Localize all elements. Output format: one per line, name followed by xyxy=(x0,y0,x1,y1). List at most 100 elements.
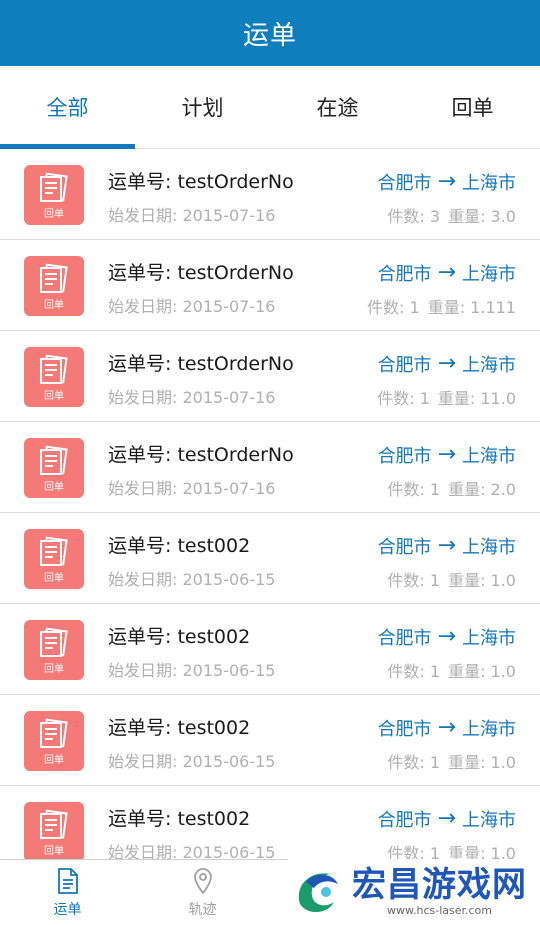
receipt-doc-icon: 回单 xyxy=(24,802,84,859)
arrow-right-icon: → xyxy=(437,169,456,194)
shipment-meta: 件数: 1 重量: 1.111 xyxy=(367,294,516,318)
tab-all[interactable]: 全部 xyxy=(0,66,135,149)
stacked-document-icon xyxy=(40,718,68,748)
route-destination: 上海市 xyxy=(462,446,516,467)
location-pin-icon xyxy=(193,867,212,894)
route-destination: 上海市 xyxy=(462,264,516,285)
shipment-meta: 件数: 1 重量: 1.0 xyxy=(387,567,516,591)
shipment-meta: 件数: 1 重量: 1.0 xyxy=(387,840,516,859)
order-row[interactable]: 回单 运单号: testOrderNo 始发日期: 2015-07-16 合肥市… xyxy=(0,422,540,513)
route-origin: 合肥市 xyxy=(377,355,432,376)
weight: 重量: 1.0 xyxy=(448,571,516,590)
receipt-doc-icon: 回单 xyxy=(24,347,84,407)
stacked-document-icon xyxy=(40,809,68,839)
order-number: 运单号: testOrderNo xyxy=(108,353,294,375)
route-destination: 上海市 xyxy=(462,628,516,649)
order-row[interactable]: 回单 运单号: testOrderNo 始发日期: 2015-07-16 合肥市… xyxy=(0,331,540,422)
stacked-document-icon xyxy=(40,172,68,202)
order-number: 运单号: testOrderNo xyxy=(108,262,294,284)
order-row[interactable]: 回单 运单号: test002 始发日期: 2015-06-15 合肥市 → 上… xyxy=(0,513,540,604)
ship-date: 始发日期: 2015-07-16 xyxy=(108,479,276,498)
icon-caption: 回单 xyxy=(44,755,64,766)
weight: 重量: 1.0 xyxy=(448,753,516,772)
nav-item-orders[interactable]: 运单 xyxy=(0,860,135,925)
document-icon xyxy=(57,867,78,894)
stacked-document-icon xyxy=(40,536,68,566)
receipt-doc-icon: 回单 xyxy=(24,529,84,589)
weight: 重量: 1.111 xyxy=(427,298,516,317)
ship-date: 始发日期: 2015-06-15 xyxy=(108,752,276,771)
ship-date: 始发日期: 2015-06-15 xyxy=(108,570,276,589)
route-origin: 合肥市 xyxy=(377,264,432,285)
tab-in-transit[interactable]: 在途 xyxy=(270,66,405,148)
shipment-meta: 件数: 1 重量: 1.0 xyxy=(387,658,516,682)
page-title: 运单 xyxy=(242,20,297,51)
receipt-doc-icon: 回单 xyxy=(24,620,84,680)
order-number: 运单号: testOrderNo xyxy=(108,171,294,193)
receipt-doc-icon: 回单 xyxy=(24,165,84,225)
icon-caption: 回单 xyxy=(44,300,64,311)
weight: 重量: 3.0 xyxy=(448,207,516,226)
nav-label-track: 轨迹 xyxy=(188,901,217,918)
order-list[interactable]: 回单 运单号: testOrderNo 始发日期: 2015-07-16 合肥市… xyxy=(0,149,540,859)
route-destination: 上海市 xyxy=(462,355,516,376)
order-row[interactable]: 回单 运单号: test002 始发日期: 2015-06-15 合肥市 → 上… xyxy=(0,786,540,859)
piece-count: 件数: 1 xyxy=(387,480,441,499)
route-destination: 上海市 xyxy=(462,537,516,558)
route: 合肥市 → 上海市 xyxy=(378,351,516,377)
tab-receipt[interactable]: 回单 xyxy=(405,66,540,148)
watermark-logo xyxy=(298,872,338,912)
order-number: 运单号: test002 xyxy=(108,717,251,739)
route: 合肥市 → 上海市 xyxy=(378,624,516,650)
weight: 重量: 1.0 xyxy=(448,844,516,859)
route: 合肥市 → 上海市 xyxy=(378,533,516,559)
ship-date: 始发日期: 2015-07-16 xyxy=(108,297,276,316)
tab-bar: 全部 计划 在途 回单 xyxy=(0,66,540,149)
ship-date: 始发日期: 2015-07-16 xyxy=(108,388,276,407)
route-origin: 合肥市 xyxy=(377,810,432,831)
route: 合肥市 → 上海市 xyxy=(378,260,516,286)
shipment-meta: 件数: 1 重量: 11.0 xyxy=(377,385,516,409)
order-row[interactable]: 回单 运单号: testOrderNo 始发日期: 2015-07-16 合肥市… xyxy=(0,149,540,240)
order-row[interactable]: 回单 运单号: testOrderNo 始发日期: 2015-07-16 合肥市… xyxy=(0,240,540,331)
piece-count: 件数: 1 xyxy=(377,389,430,408)
piece-count: 件数: 1 xyxy=(387,662,441,681)
nav-item-track[interactable]: 轨迹 xyxy=(135,860,270,925)
route: 合肥市 → 上海市 xyxy=(378,169,516,195)
app-header: 运单 xyxy=(0,0,540,66)
icon-caption: 回单 xyxy=(44,664,64,675)
route-destination: 上海市 xyxy=(462,810,516,831)
weight: 重量: 11.0 xyxy=(437,389,516,408)
piece-count: 件数: 3 xyxy=(387,207,441,226)
receipt-doc-icon: 回单 xyxy=(24,256,84,316)
route-destination: 上海市 xyxy=(462,173,516,194)
arrow-right-icon: → xyxy=(437,715,456,740)
icon-caption: 回单 xyxy=(44,209,64,220)
order-row[interactable]: 回单 运单号: test002 始发日期: 2015-06-15 合肥市 → 上… xyxy=(0,695,540,786)
piece-count: 件数: 1 xyxy=(387,753,441,772)
tab-plan[interactable]: 计划 xyxy=(135,66,270,148)
route-origin: 合肥市 xyxy=(377,446,432,467)
route: 合肥市 → 上海市 xyxy=(378,442,516,468)
order-number: 运单号: test002 xyxy=(108,535,251,557)
arrow-right-icon: → xyxy=(437,533,456,558)
route: 合肥市 → 上海市 xyxy=(378,806,516,832)
order-row[interactable]: 回单 运单号: test002 始发日期: 2015-06-15 合肥市 → 上… xyxy=(0,604,540,695)
receipt-doc-icon: 回单 xyxy=(24,711,84,771)
shipment-meta: 件数: 1 重量: 1.0 xyxy=(387,749,516,773)
piece-count: 件数: 1 xyxy=(367,298,420,317)
arrow-right-icon: → xyxy=(437,624,456,649)
arrow-right-icon: → xyxy=(437,351,456,376)
watermark-title: 宏昌游戏网 xyxy=(352,865,527,905)
order-number: 运单号: testOrderNo xyxy=(108,444,294,466)
stacked-document-icon xyxy=(40,263,68,293)
shipment-meta: 件数: 3 重量: 3.0 xyxy=(387,203,516,227)
arrow-right-icon: → xyxy=(437,806,456,831)
ship-date: 始发日期: 2015-06-15 xyxy=(108,661,276,680)
watermark-url: www.hcs-laser.com xyxy=(387,904,492,917)
route-origin: 合肥市 xyxy=(377,628,432,649)
stacked-document-icon xyxy=(40,354,68,384)
order-number: 运单号: test002 xyxy=(108,626,251,648)
watermark: 宏昌游戏网 www.hcs-laser.com xyxy=(288,859,540,924)
arrow-right-icon: → xyxy=(437,260,456,285)
